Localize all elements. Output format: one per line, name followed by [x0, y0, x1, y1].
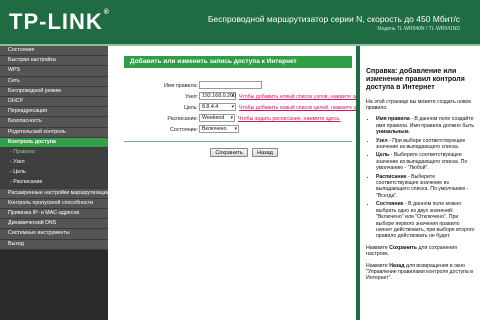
help-list-item: Состояние - В данном поле можно выбрать …: [376, 201, 476, 239]
target-select[interactable]: 8.8.4.4 ▾: [199, 103, 236, 111]
sidebar-item[interactable]: Контроль доступа: [0, 137, 108, 148]
status-label: Состояние:: [170, 127, 198, 133]
sidebar-item[interactable]: Динамический DNS: [0, 219, 108, 230]
sidebar-item[interactable]: Привязка IP- и MAC-адресов: [0, 209, 108, 220]
rule-name-row: Имя правила:: [108, 81, 368, 91]
main-content: Добавить или изменить запись доступа к И…: [108, 46, 368, 320]
chevron-down-icon: ▾: [231, 93, 234, 99]
host-row: Узел: 192.168.0.200 ▾ Чтобы добавить новы…: [108, 92, 368, 102]
sidebar-item[interactable]: DHCP: [0, 96, 108, 108]
sidebar-item[interactable]: Сеть: [0, 76, 108, 87]
router-title: Беспроводной маршрутизатор серии N, скор…: [207, 14, 460, 24]
save-button[interactable]: Сохранить: [210, 148, 248, 157]
help-intro: На этой странице вы можете создать новое…: [366, 98, 472, 112]
tp-link-logo[interactable]: TP-LINK®: [9, 9, 110, 35]
sidebar-item[interactable]: Родительский контроль: [0, 127, 108, 138]
host-select[interactable]: 192.168.0.200 ▾: [199, 92, 236, 100]
rule-name-input[interactable]: [199, 81, 262, 89]
sidebar-item[interactable]: WPS: [0, 66, 108, 77]
sidebar: Состояние Быстрая настройка WPS Сеть Беспров…: [0, 46, 108, 320]
sidebar-item[interactable]: Контроль пропускной способности: [0, 198, 108, 209]
sidebar-item[interactable]: Беспроводной режим: [0, 86, 108, 97]
help-list-item: Расписание - Выберите соответствующее зн…: [376, 174, 476, 200]
button-row: Сохранить Назад: [108, 148, 368, 158]
add-target-list-link[interactable]: Чтобы добавить новый список целей, нажми…: [239, 105, 368, 111]
host-label: Узел:: [185, 94, 198, 100]
form-divider: [124, 141, 352, 142]
rule-name-label: Имя правила:: [164, 83, 198, 89]
set-schedule-link[interactable]: Чтобы задать расписание, нажмите здесь.: [238, 116, 341, 122]
help-panel: Справка: добавление или изменение правил…: [360, 46, 480, 320]
chevron-down-icon: ▾: [230, 115, 233, 121]
sidebar-item[interactable]: Безопасность: [0, 117, 108, 128]
add-host-list-link[interactable]: Чтобы добавить новый список узлов, нажми…: [239, 94, 368, 100]
schedule-row: Расписание: Weekend ▾ Чтобы задать распис…: [108, 114, 368, 124]
help-back-note: Нажмите Назад для возвращения в окно "Уп…: [366, 262, 473, 282]
help-list: Имя правила - В данном поле создайте имя…: [366, 116, 476, 239]
help-title: Справка: добавление или изменение правил…: [366, 68, 465, 92]
sidebar-item[interactable]: Быстрая настройка: [0, 56, 108, 67]
sidebar-item[interactable]: Выход: [0, 239, 108, 250]
target-label: Цель:: [183, 105, 198, 111]
chevron-down-icon: ▾: [234, 126, 237, 132]
help-list-item: Имя правила - В данном поле создайте имя…: [376, 116, 476, 135]
schedule-select[interactable]: Weekend ▾: [199, 114, 235, 122]
help-list-item: Цель - Выберите соответствующее значение…: [376, 152, 476, 171]
chevron-down-icon: ▾: [231, 104, 234, 110]
sidebar-item[interactable]: - Узел: [0, 158, 108, 169]
help-list-item: Узел - При выборе соответствующее значен…: [376, 138, 476, 151]
sidebar-item[interactable]: Состояние: [0, 46, 108, 57]
sidebar-item[interactable]: - Цель: [0, 168, 108, 179]
router-model: Модель TL-WR940N / TL-WR941ND: [377, 26, 460, 32]
target-row: Цель: 8.8.4.4 ▾ Чтобы добавить новый спис…: [108, 103, 368, 113]
sidebar-item[interactable]: - Правило: [0, 147, 108, 159]
sidebar-item[interactable]: Системные инструменты: [0, 229, 108, 240]
schedule-label: Расписание:: [167, 116, 198, 122]
back-button[interactable]: Назад: [252, 148, 278, 157]
sidebar-item[interactable]: - Расписание: [0, 178, 108, 189]
sidebar-item[interactable]: Расширенные настройки маршрутизации: [0, 188, 108, 199]
status-select[interactable]: Включено ▾: [199, 125, 239, 133]
form-title: Добавить или изменить запись доступа к И…: [124, 56, 352, 68]
status-row: Состояние: Включено ▾: [108, 125, 368, 135]
header: TP-LINK® Беспроводной маршрутизатор сери…: [0, 0, 480, 44]
help-save-note: Нажмите Сохранить для сохранения настрое…: [366, 244, 457, 258]
sidebar-item[interactable]: Переадресация: [0, 107, 108, 118]
